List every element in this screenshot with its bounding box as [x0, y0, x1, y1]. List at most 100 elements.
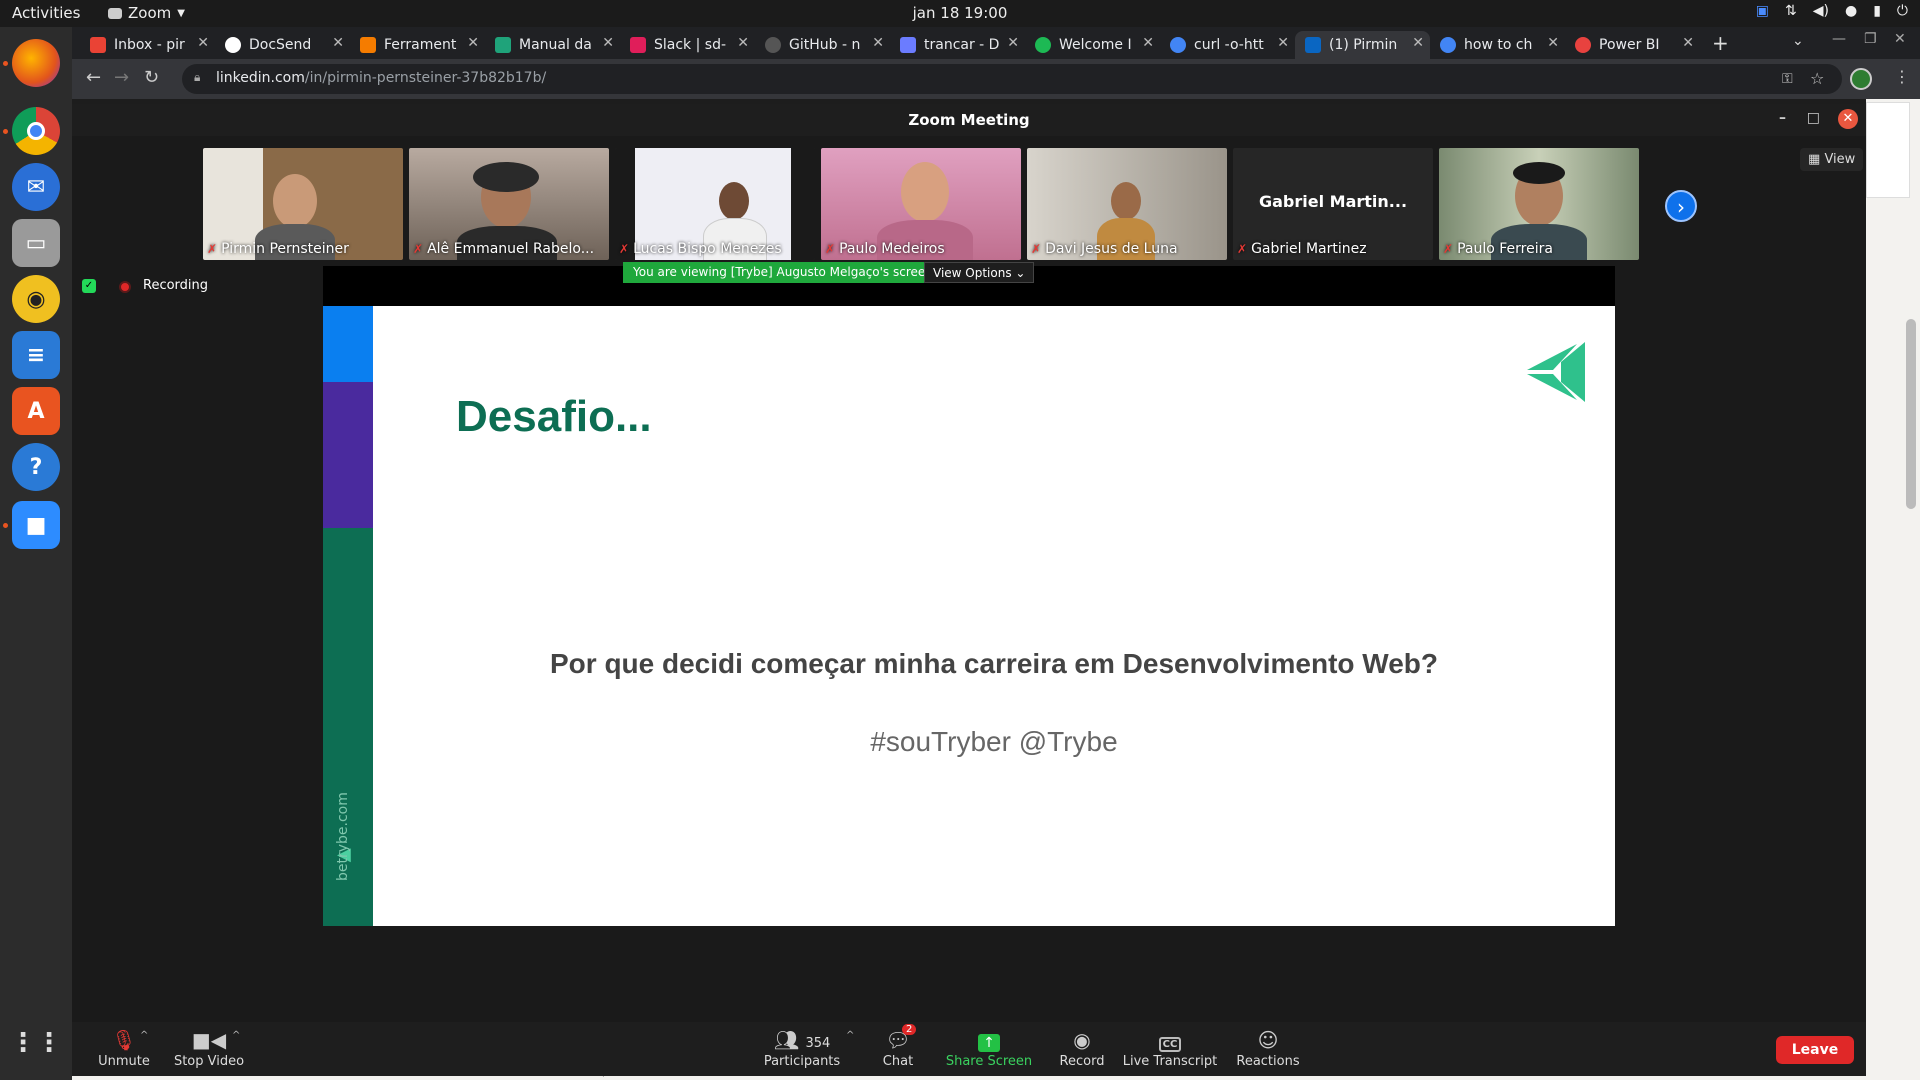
- zoom-maximize-icon[interactable]: □: [1807, 110, 1820, 126]
- chat-bubble-icon: 💬︎ 2: [868, 1024, 928, 1054]
- browser-tab[interactable]: trancar - D ✕: [890, 31, 1025, 59]
- browser-tab[interactable]: Inbox - pir ✕: [80, 31, 215, 59]
- tab-title: DocSend: [249, 37, 312, 53]
- unmute-label: Unmute: [98, 1054, 150, 1069]
- browser-tab[interactable]: curl -o-htt ✕: [1160, 31, 1295, 59]
- url-host: linkedin.com: [216, 70, 305, 86]
- tab-close-icon[interactable]: ✕: [1007, 35, 1019, 51]
- headphones: [473, 162, 539, 192]
- minimize-icon[interactable]: —: [1832, 31, 1846, 47]
- caret-up-icon[interactable]: ^: [140, 1030, 148, 1041]
- tab-close-icon[interactable]: ✕: [197, 35, 209, 51]
- participants-button[interactable]: 👥︎ 354 ^ Participants: [752, 1028, 855, 1069]
- participant-tile[interactable]: ✗ Paulo Medeiros: [821, 148, 1021, 260]
- participant-tile[interactable]: ✗ Lucas Bispo Menezes: [615, 148, 815, 260]
- presentation-slide: ◀ betrybe.com Desafio... Por que decidi …: [323, 306, 1615, 926]
- profile-avatar[interactable]: [1850, 68, 1872, 90]
- thunderbird-icon[interactable]: ✉: [12, 163, 60, 211]
- browser-tab[interactable]: GitHub - n ✕: [755, 31, 890, 59]
- slide-question: Por que decidi começar minha carreira em…: [549, 648, 1438, 679]
- browser-tab[interactable]: Ferrament ✕: [350, 31, 485, 59]
- running-indicator: [3, 129, 8, 134]
- tab-close-icon[interactable]: ✕: [332, 35, 344, 51]
- page-scrollbar[interactable]: [1906, 319, 1916, 509]
- browser-tab[interactable]: Manual da ✕: [485, 31, 620, 59]
- tab-close-icon[interactable]: ✕: [1547, 35, 1559, 51]
- participant-tile[interactable]: ✗ Pirmin Pernsteiner: [203, 148, 403, 260]
- window-close-icon[interactable]: ✕: [1894, 31, 1906, 47]
- chat-button[interactable]: 💬︎ 2 Chat: [868, 1024, 928, 1069]
- chrome-icon[interactable]: [12, 107, 60, 155]
- system-tray[interactable]: ▣ ⇅ ◀) ● ▮ ⏻: [1756, 3, 1908, 19]
- view-button[interactable]: ▦ View: [1800, 148, 1864, 171]
- software-center-icon[interactable]: A: [12, 387, 60, 435]
- zoom-dock-icon[interactable]: ■: [12, 501, 60, 549]
- tab-title: Power BI: [1599, 37, 1660, 53]
- stop-video-button[interactable]: ■◀ ^ Stop Video: [170, 1028, 248, 1069]
- tab-search-icon[interactable]: ⌄: [1792, 33, 1804, 49]
- rhythmbox-icon[interactable]: ◉: [12, 275, 60, 323]
- network-icon[interactable]: ⇅: [1785, 3, 1797, 19]
- tab-title: trancar - D: [924, 37, 1000, 53]
- tab-favicon: [1035, 37, 1051, 53]
- live-transcript-button[interactable]: CC Live Transcript: [1122, 1028, 1218, 1069]
- participant-name-row: ✗ Alê Emmanuel Rabelo...: [413, 241, 594, 257]
- participant-tile[interactable]: ✗ Davi Jesus de Luna: [1027, 148, 1227, 260]
- bookmark-star-icon[interactable]: ☆: [1810, 69, 1824, 88]
- tab-favicon: [1440, 37, 1456, 53]
- participant-tile[interactable]: ✗ Alê Emmanuel Rabelo...: [409, 148, 609, 260]
- tab-close-icon[interactable]: ✕: [737, 35, 749, 51]
- restore-icon[interactable]: ❐: [1864, 31, 1877, 47]
- leave-button[interactable]: Leave: [1776, 1036, 1854, 1064]
- reactions-button[interactable]: ☺ Reactions: [1230, 1028, 1306, 1069]
- view-options-button[interactable]: View Options ⌄: [924, 262, 1035, 283]
- back-icon[interactable]: ←: [86, 67, 101, 88]
- microphone-icon[interactable]: ●: [1845, 3, 1857, 19]
- participant-tile[interactable]: ✗ Paulo Ferreira: [1439, 148, 1639, 260]
- next-page-button[interactable]: ›: [1665, 190, 1697, 222]
- share-screen-button[interactable]: ↑ Share Screen: [944, 1028, 1034, 1069]
- tab-close-icon[interactable]: ✕: [1412, 35, 1424, 51]
- tab-favicon: [765, 37, 781, 53]
- show-apps-icon[interactable]: ⋮⋮: [10, 1019, 62, 1067]
- caret-up-icon[interactable]: ^: [232, 1030, 240, 1041]
- firefox-icon[interactable]: [12, 39, 60, 87]
- browser-tab[interactable]: Slack | sd- ✕: [620, 31, 755, 59]
- tab-close-icon[interactable]: ✕: [467, 35, 479, 51]
- clock[interactable]: jan 18 19:00: [0, 4, 1920, 22]
- browser-tab[interactable]: Power BI ✕: [1565, 31, 1700, 59]
- zoom-tray-icon[interactable]: ▣: [1756, 3, 1769, 19]
- browser-tab-active[interactable]: (1) Pirmin ✕: [1295, 31, 1430, 59]
- zoom-close-icon[interactable]: ✕: [1838, 109, 1858, 129]
- unmute-button[interactable]: 🎙︎ ^ Unmute: [92, 1028, 156, 1069]
- help-icon[interactable]: ?: [12, 443, 60, 491]
- browser-tab[interactable]: DocSend ✕: [215, 31, 350, 59]
- writer-icon[interactable]: ≡: [12, 331, 60, 379]
- caret-up-icon[interactable]: ^: [846, 1030, 854, 1041]
- participant-tile-no-video[interactable]: Gabriel Martin... ✗ Gabriel Martinez: [1233, 148, 1433, 260]
- key-icon[interactable]: ⚿: [1782, 71, 1793, 87]
- tab-close-icon[interactable]: ✕: [872, 35, 884, 51]
- tab-close-icon[interactable]: ✕: [1682, 35, 1694, 51]
- files-icon[interactable]: ▭: [12, 219, 60, 267]
- tab-close-icon[interactable]: ✕: [1277, 35, 1289, 51]
- browser-tab[interactable]: how to ch ✕: [1430, 31, 1565, 59]
- address-bar[interactable]: 🔒︎ linkedin.com/in/pirmin-pernsteiner-37…: [182, 64, 1842, 94]
- battery-icon[interactable]: ▮: [1873, 3, 1881, 19]
- encryption-shield-icon[interactable]: ✓: [82, 279, 96, 293]
- slide-side-text: betrybe.com: [335, 792, 351, 881]
- record-button[interactable]: ◉ Record: [1050, 1028, 1114, 1069]
- tab-close-icon[interactable]: ✕: [1142, 35, 1154, 51]
- record-label: Record: [1059, 1054, 1105, 1069]
- tab-close-icon[interactable]: ✕: [602, 35, 614, 51]
- browser-tab[interactable]: Welcome I ✕: [1025, 31, 1160, 59]
- reload-icon[interactable]: ↻: [144, 67, 159, 88]
- viewing-screen-banner: You are viewing [Trybe] Augusto Melgaço'…: [623, 262, 943, 283]
- new-tab-icon[interactable]: +: [1712, 31, 1729, 55]
- tab-title: (1) Pirmin: [1329, 37, 1398, 53]
- power-icon[interactable]: ⏻: [1897, 3, 1908, 19]
- menu-dots-icon[interactable]: ⋮: [1894, 67, 1910, 86]
- volume-icon[interactable]: ◀): [1813, 3, 1829, 19]
- forward-icon[interactable]: →: [114, 67, 129, 88]
- zoom-minimize-icon[interactable]: –: [1779, 110, 1786, 126]
